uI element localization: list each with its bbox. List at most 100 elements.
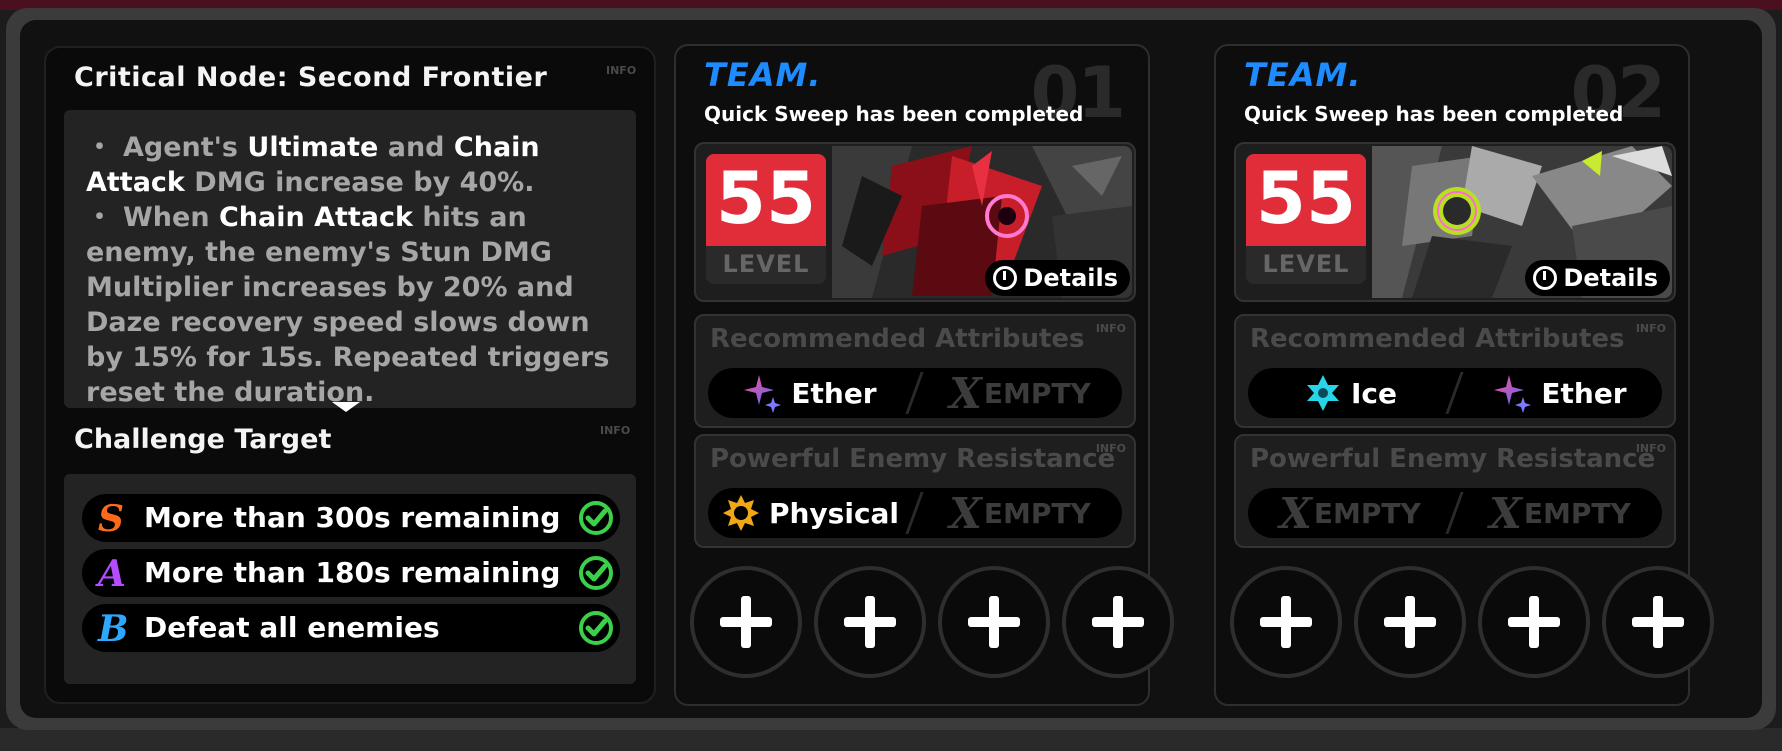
empty-label: EMPTY [983,496,1091,530]
effect-line: ・ When Chain Attack hits an enemy, the en… [86,200,614,408]
challenge-target-title: Challenge Target [74,424,332,455]
highlight-keyword: Ultimate [247,132,379,163]
attribute-slot: Ether [1458,368,1662,418]
attribute-slot: Ice [1248,368,1452,418]
recommended-attributes-box: Recommended Attributes INFO Ether X EMPTY [694,314,1136,428]
add-agent-button[interactable] [690,566,802,678]
add-agent-button[interactable] [1478,566,1590,678]
plus-icon [989,596,999,648]
challenge-target-box: S More than 300s remaining A More than 180s… [64,474,636,684]
plus-icon [1405,596,1415,648]
attribute-name: Ether [1541,376,1627,410]
rank-b-icon: B [98,608,129,650]
stage-card[interactable]: 55 LEVEL Details [1234,142,1676,302]
team-label: TEAM. [704,56,822,94]
add-agent-button[interactable] [1602,566,1714,678]
info-tag[interactable]: INFO [1636,442,1666,455]
empty-label: EMPTY [1523,496,1631,530]
challenge-target-text: More than 180s remaining [144,556,561,589]
stage-card[interactable]: 55 LEVEL Details [694,142,1136,302]
empty-slot: X EMPTY [918,488,1122,538]
details-label: Details [1023,264,1118,292]
check-icon [578,610,614,646]
plus-icon [741,596,751,648]
add-agent-button[interactable] [1062,566,1174,678]
challenge-target-text: Defeat all enemies [144,611,440,644]
empty-x-icon: X [949,488,982,538]
team-status-text: Quick Sweep has been completed [1244,102,1624,126]
attribute-name: Ice [1350,376,1397,410]
details-clock-icon [993,266,1018,290]
plus-icon [1653,596,1663,648]
enemy-resistance-box: Powerful Enemy Resistance INFO X EMPTY X EMPT… [1234,434,1676,548]
enemy-resistance-pill: X EMPTY X EMPTY [1248,488,1662,538]
scroll-down-caret-icon[interactable] [332,402,360,412]
challenge-target-text: More than 300s remaining [144,501,561,534]
info-tag[interactable]: INFO [1096,322,1126,335]
level-label: LEVEL [1262,250,1350,278]
challenge-target-row: B Defeat all enemies [82,604,620,652]
attribute-name: Ether [791,376,877,410]
details-label: Details [1563,264,1658,292]
add-agent-button[interactable] [1230,566,1342,678]
check-icon [578,500,614,536]
critical-node-panel: Critical Node: Second Frontier INFO ・ Age… [44,46,656,704]
level-badge: 55 LEVEL [1246,154,1366,284]
level-number: 55 [1255,156,1357,240]
level-badge: 55 LEVEL [706,154,826,284]
recommended-attributes-title: Recommended Attributes [1250,324,1625,354]
empty-label: EMPTY [1313,496,1421,530]
add-agent-button[interactable] [1354,566,1466,678]
ether-icon [1493,373,1533,413]
attribute-slot: Physical [708,488,912,538]
empty-x-icon: X [1279,488,1312,538]
info-tag[interactable]: INFO [1636,322,1666,335]
empty-slot: X EMPTY [918,368,1122,418]
bullet-dot: ・ [86,202,113,233]
team-panel-02: TEAM. 02 Quick Sweep has been completed 55 L… [1214,44,1714,706]
empty-slot: X EMPTY [1248,488,1452,538]
level-label: LEVEL [722,250,810,278]
recommended-attributes-box: Recommended Attributes INFO Ice Ether [1234,314,1676,428]
empty-x-icon: X [949,368,982,418]
recommended-attributes-pill: Ether X EMPTY [708,368,1122,418]
details-button[interactable]: Details [985,260,1130,296]
recommended-attributes-pill: Ice Ether [1248,368,1662,418]
enemy-resistance-title: Powerful Enemy Resistance [710,444,1116,474]
info-tag[interactable]: INFO [606,64,636,77]
enemy-resistance-box: Powerful Enemy Resistance INFO Physical X EM… [694,434,1136,548]
effect-text: DMG increase by 40%. [184,167,535,198]
empty-slot: X EMPTY [1458,488,1662,538]
plus-icon [1113,596,1123,648]
add-agent-button[interactable] [814,566,926,678]
empty-label: EMPTY [983,376,1091,410]
challenge-target-row: S More than 300s remaining [82,494,620,542]
attribute-slot: Ether [708,368,912,418]
team-status-text: Quick Sweep has been completed [704,102,1084,126]
info-tag[interactable]: INFO [1096,442,1126,455]
rank-a-icon: A [98,553,126,595]
effect-text: Agent's [123,132,248,163]
ice-icon [1303,373,1343,413]
background-bottom-strip [0,728,1782,751]
team-label: TEAM. [1244,56,1362,94]
bullet-dot: ・ [86,132,113,163]
critical-node-effects-box[interactable]: ・ Agent's Ultimate and Chain Attack DMG i… [64,110,636,408]
challenge-target-row: A More than 180s remaining [82,549,620,597]
recommended-attributes-title: Recommended Attributes [710,324,1085,354]
enemy-resistance-pill: Physical X EMPTY [708,488,1122,538]
highlight-keyword: Chain Attack [218,202,413,233]
details-clock-icon [1533,266,1558,290]
attribute-name: Physical [768,496,900,530]
add-agent-button[interactable] [938,566,1050,678]
team-panel-01: TEAM. 01 Quick Sweep has been completed 55 L… [674,44,1174,706]
plus-icon [865,596,875,648]
critical-node-title: Critical Node: Second Frontier [74,62,548,93]
info-tag[interactable]: INFO [600,424,630,437]
plus-icon [1281,596,1291,648]
empty-x-icon: X [1489,488,1522,538]
check-icon [578,555,614,591]
details-button[interactable]: Details [1525,260,1670,296]
physical-icon [721,493,761,533]
level-number: 55 [715,156,817,240]
